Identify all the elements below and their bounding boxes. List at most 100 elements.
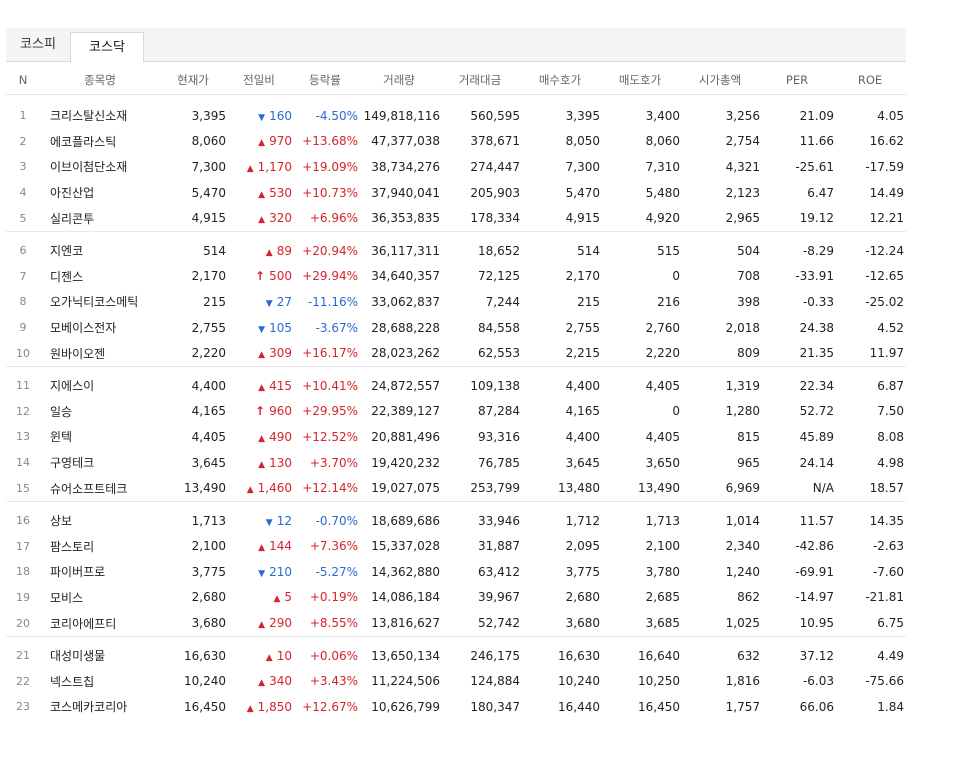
up-arrow-icon: ▲ bbox=[258, 620, 266, 631]
trading-value: 109,138 bbox=[470, 378, 520, 393]
stock-name-link[interactable]: 오가닉티코스메틱 bbox=[40, 289, 160, 315]
down-arrow-icon: ▼ bbox=[258, 112, 266, 123]
stock-name-link[interactable]: 지엔코 bbox=[40, 238, 160, 264]
market-cap: 1,816 bbox=[725, 674, 760, 689]
per-value: -42.86 bbox=[795, 539, 834, 554]
table-row: 16 상보 1,713 ▼ 12 -0.70% 18,689,686 33,946 1,712 1… bbox=[6, 508, 906, 534]
stock-name-link[interactable]: 파이버프로 bbox=[40, 559, 160, 585]
volume: 20,881,496 bbox=[371, 429, 440, 444]
market-cap: 2,754 bbox=[725, 134, 760, 149]
column-header: PER bbox=[760, 66, 834, 95]
stock-name-link[interactable]: 슈어소프트테크 bbox=[40, 475, 160, 501]
table-row: 22 넥스트칩 10,240 ▲ 340 +3.43% 11,224,506 124,884 1… bbox=[6, 668, 906, 694]
change-value: 12 bbox=[276, 513, 292, 528]
table-row: 18 파이버프로 3,775 ▼ 210 -5.27% 14,362,880 63,412 3,… bbox=[6, 559, 906, 585]
change-rate: +16.17% bbox=[302, 346, 358, 361]
roe-value: 11.97 bbox=[869, 346, 904, 361]
table-row: 13 윈텍 4,405 ▲ 490 +12.52% 20,881,496 93,316 4,40… bbox=[6, 424, 906, 450]
stock-name-link[interactable]: 코스메카코리아 bbox=[40, 694, 160, 720]
change-cell: ▲ 1,850 bbox=[226, 694, 292, 720]
ask-price: 515 bbox=[657, 243, 680, 258]
stock-name-link[interactable]: 모비스 bbox=[40, 585, 160, 611]
up-arrow-icon: ▲ bbox=[273, 594, 281, 605]
ask-price: 10,250 bbox=[638, 674, 680, 689]
market-cap: 1,280 bbox=[725, 404, 760, 419]
up-arrow-icon: ▲ bbox=[258, 138, 266, 149]
trading-value: 124,884 bbox=[470, 674, 520, 689]
change-rate: +3.70% bbox=[309, 455, 358, 470]
column-header: 매수호가 bbox=[520, 66, 600, 95]
table-row: 4 아진산업 5,470 ▲ 530 +10.73% 37,940,041 205,903 5,… bbox=[6, 180, 906, 206]
volume: 149,818,116 bbox=[363, 108, 440, 123]
tab-kosdaq[interactable]: 코스닥 bbox=[70, 32, 144, 63]
table-row: 10 원바이오젠 2,220 ▲ 309 +16.17% 28,023,262 62,553 2… bbox=[6, 340, 906, 366]
change-value: 5 bbox=[284, 590, 292, 605]
stock-name-link[interactable]: 이브이첨단소재 bbox=[40, 154, 160, 180]
table-row: 17 팜스토리 2,100 ▲ 144 +7.36% 15,337,028 31,887 2,0… bbox=[6, 534, 906, 560]
column-header: 거래량 bbox=[358, 66, 440, 95]
market-cap: 2,965 bbox=[725, 211, 760, 226]
current-price: 2,100 bbox=[191, 539, 226, 554]
stock-name-link[interactable]: 크리스탈신소재 bbox=[40, 103, 160, 129]
stock-name-link[interactable]: 팜스토리 bbox=[40, 534, 160, 560]
tab-kospi[interactable]: 코스피 bbox=[6, 28, 70, 61]
change-rate: -11.16% bbox=[307, 294, 358, 309]
change-cell: ▲ 490 bbox=[226, 424, 292, 450]
stock-name-link[interactable]: 상보 bbox=[40, 508, 160, 534]
stock-name-link[interactable]: 모베이스전자 bbox=[40, 315, 160, 341]
stock-name-link[interactable]: 대성미생물 bbox=[40, 643, 160, 669]
roe-value: 18.57 bbox=[869, 481, 904, 496]
bid-price: 4,400 bbox=[565, 429, 600, 444]
table-row: 12 일승 4,165 ↑ 960 +29.95% 22,389,127 87,284 4,16… bbox=[6, 399, 906, 425]
stock-name-link[interactable]: 넥스트칩 bbox=[40, 668, 160, 694]
market-cap: 3,256 bbox=[725, 108, 760, 123]
change-rate: +0.06% bbox=[309, 648, 358, 663]
row-number: 4 bbox=[19, 186, 27, 200]
change-rate: +12.67% bbox=[302, 699, 358, 714]
change-rate: -0.70% bbox=[315, 513, 358, 528]
stock-name-link[interactable]: 실리콘투 bbox=[40, 205, 160, 231]
row-number: 9 bbox=[19, 321, 27, 335]
stock-name-link[interactable]: 구영테크 bbox=[40, 450, 160, 476]
per-value: -14.97 bbox=[795, 590, 834, 605]
change-cell: ▲ 5 bbox=[226, 585, 292, 611]
ask-price: 2,100 bbox=[645, 539, 680, 554]
bid-price: 2,215 bbox=[565, 346, 600, 361]
down-arrow-icon: ▼ bbox=[258, 324, 266, 335]
roe-value: -12.65 bbox=[865, 269, 904, 284]
current-price: 4,915 bbox=[191, 211, 226, 226]
change-cell: ▲ 89 bbox=[226, 238, 292, 264]
down-arrow-icon: ▼ bbox=[258, 568, 266, 579]
stock-name-link[interactable]: 일승 bbox=[40, 399, 160, 425]
row-number: 18 bbox=[16, 565, 30, 579]
up-arrow-icon: ▲ bbox=[246, 703, 254, 714]
volume: 36,353,835 bbox=[371, 211, 440, 226]
trading-value: 39,967 bbox=[478, 590, 520, 605]
bid-price: 2,755 bbox=[565, 320, 600, 335]
stock-name-link[interactable]: 지에스이 bbox=[40, 373, 160, 399]
change-rate: +7.36% bbox=[309, 539, 358, 554]
current-price: 4,405 bbox=[191, 429, 226, 444]
trading-value: 18,652 bbox=[478, 243, 520, 258]
stock-name-link[interactable]: 코리아에프티 bbox=[40, 610, 160, 636]
market-cap: 1,014 bbox=[725, 513, 760, 528]
ask-price: 1,713 bbox=[645, 513, 680, 528]
up-arrow-icon: ▲ bbox=[258, 382, 266, 393]
change-value: 530 bbox=[269, 185, 292, 200]
column-header: 등락률 bbox=[292, 66, 358, 95]
table-row: 8 오가닉티코스메틱 215 ▼ 27 -11.16% 33,062,837 7,244 215… bbox=[6, 289, 906, 315]
stock-name-link[interactable]: 아진산업 bbox=[40, 180, 160, 206]
market-cap: 1,025 bbox=[725, 616, 760, 631]
change-rate: +12.52% bbox=[302, 429, 358, 444]
ask-price: 16,450 bbox=[638, 699, 680, 714]
upper-limit-arrow-icon: ↑ bbox=[255, 404, 266, 419]
column-header: 매도호가 bbox=[600, 66, 680, 95]
bid-price: 8,050 bbox=[565, 134, 600, 149]
table-row: 21 대성미생물 16,630 ▲ 10 +0.06% 13,650,134 246,175 1… bbox=[6, 643, 906, 669]
stock-name-link[interactable]: 윈텍 bbox=[40, 424, 160, 450]
stock-name-link[interactable]: 에코플라스틱 bbox=[40, 129, 160, 155]
ask-price: 8,060 bbox=[645, 134, 680, 149]
stock-name-link[interactable]: 디젠스 bbox=[40, 264, 160, 290]
current-price: 3,645 bbox=[191, 455, 226, 470]
stock-name-link[interactable]: 원바이오젠 bbox=[40, 340, 160, 366]
